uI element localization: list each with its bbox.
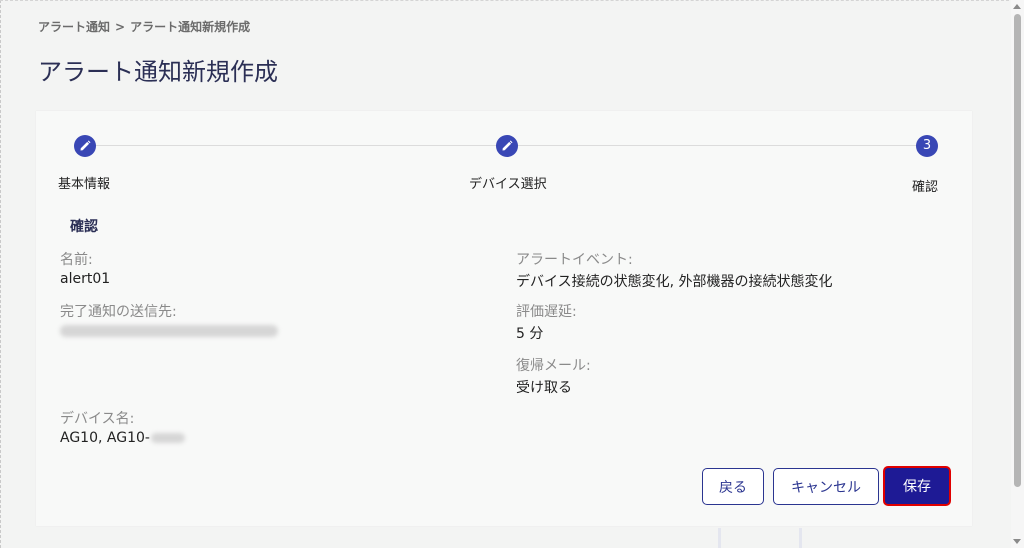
frame-border	[0, 0, 2, 548]
section-title: 確認	[70, 219, 98, 235]
alert-event-label: アラートイベント:	[516, 252, 633, 268]
pencil-icon	[502, 140, 513, 151]
device-name-value: AG10, AG10-	[60, 430, 185, 446]
completion-recipient-value-redacted	[60, 325, 278, 337]
breadcrumb-separator: >	[115, 20, 126, 34]
page-title: アラート通知新規作成	[38, 58, 278, 86]
form-card: 3 基本情報 デバイス選択 確認 確認 名前: alert01 完了通知の送信先…	[36, 111, 972, 526]
recovery-mail-value: 受け取る	[516, 380, 572, 396]
step-2-label: デバイス選択	[469, 177, 547, 192]
alert-event-value: デバイス接続の状態変化, 外部機器の接続状態変化	[516, 274, 833, 290]
vertical-scrollbar[interactable]	[1011, 0, 1024, 548]
evaluation-delay-label: 評価遅延:	[516, 304, 577, 320]
name-value: alert01	[60, 271, 111, 287]
scroll-down-arrow-icon[interactable]	[1013, 539, 1021, 544]
breadcrumb-parent-link[interactable]: アラート通知	[38, 20, 110, 34]
cancel-button[interactable]: キャンセル	[773, 468, 879, 505]
step-1-label: 基本情報	[58, 177, 111, 192]
name-label: 名前:	[60, 252, 93, 268]
pencil-icon	[80, 140, 91, 151]
back-button[interactable]: 戻る	[702, 468, 764, 505]
breadcrumb-current: アラート通知新規作成	[130, 20, 251, 34]
device-name-redacted	[150, 433, 185, 443]
scrollbar-thumb[interactable]	[1014, 14, 1021, 487]
decorative-bars	[700, 528, 810, 548]
device-name-label: デバイス名:	[60, 411, 135, 427]
recovery-mail-label: 復帰メール:	[516, 358, 591, 374]
frame-border	[0, 0, 1024, 2]
page: アラート通知 > アラート通知新規作成 アラート通知新規作成 3 基本情報 デバイス…	[0, 0, 1024, 548]
completion-recipient-label: 完了通知の送信先:	[60, 304, 177, 320]
save-button[interactable]: 保存	[883, 466, 951, 506]
step-3-indicator: 3	[916, 135, 938, 157]
breadcrumb: アラート通知 > アラート通知新規作成	[38, 18, 250, 35]
step-1-indicator[interactable]	[74, 135, 96, 157]
scroll-up-arrow-icon[interactable]	[1013, 4, 1021, 9]
evaluation-delay-value: 5 分	[516, 326, 544, 342]
step-2-indicator[interactable]	[496, 135, 518, 157]
step-3-label: 確認	[912, 180, 939, 195]
